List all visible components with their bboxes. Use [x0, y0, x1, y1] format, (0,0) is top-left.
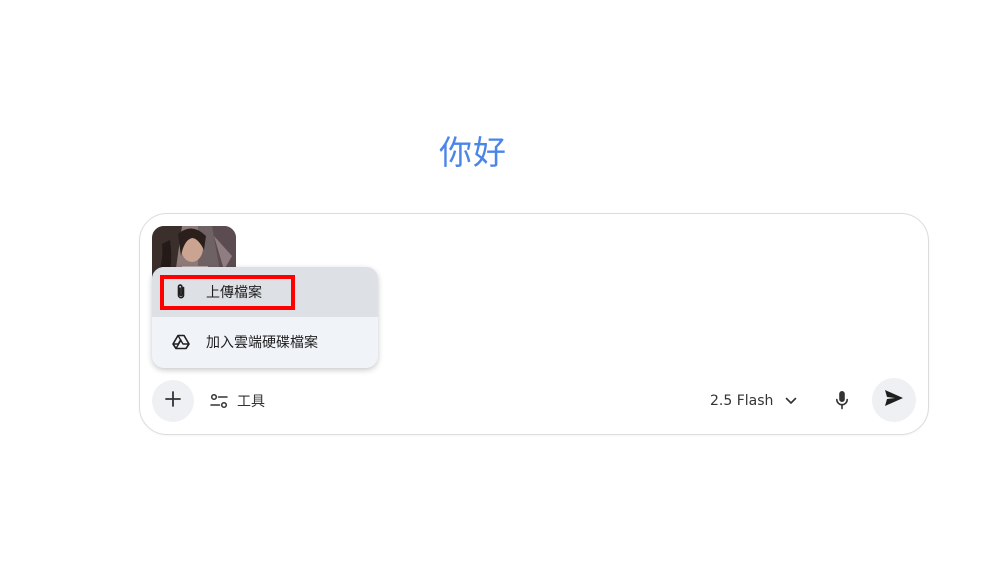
greeting-title: 你好	[439, 133, 507, 172]
menu-item-label: 加入雲端硬碟檔案	[206, 335, 318, 351]
paperclip-icon	[171, 282, 191, 302]
add-attachment-button[interactable]	[152, 380, 194, 422]
menu-item-upload-file[interactable]: 上傳檔案	[152, 267, 378, 317]
mic-icon	[835, 390, 849, 414]
tools-label: 工具	[237, 394, 265, 410]
send-button[interactable]	[872, 378, 916, 422]
send-icon	[884, 389, 904, 411]
tune-icon	[210, 393, 228, 409]
page: 你好 上傳檔案 加入雲端硬碟檔案 工具 2.5 Flash	[0, 0, 1000, 563]
attach-menu: 上傳檔案 加入雲端硬碟檔案	[152, 267, 378, 368]
menu-item-add-drive-file[interactable]: 加入雲端硬碟檔案	[152, 317, 378, 367]
plus-icon	[164, 390, 182, 412]
menu-item-label: 上傳檔案	[206, 285, 262, 301]
prompt-composer[interactable]: 上傳檔案 加入雲端硬碟檔案 工具 2.5 Flash	[139, 213, 929, 435]
drive-icon	[171, 332, 191, 352]
model-selector[interactable]: 2.5 Flash	[710, 386, 797, 416]
tools-button[interactable]: 工具	[210, 386, 265, 416]
model-label: 2.5 Flash	[710, 393, 774, 409]
microphone-button[interactable]	[826, 386, 858, 418]
chevron-down-icon	[785, 397, 797, 405]
